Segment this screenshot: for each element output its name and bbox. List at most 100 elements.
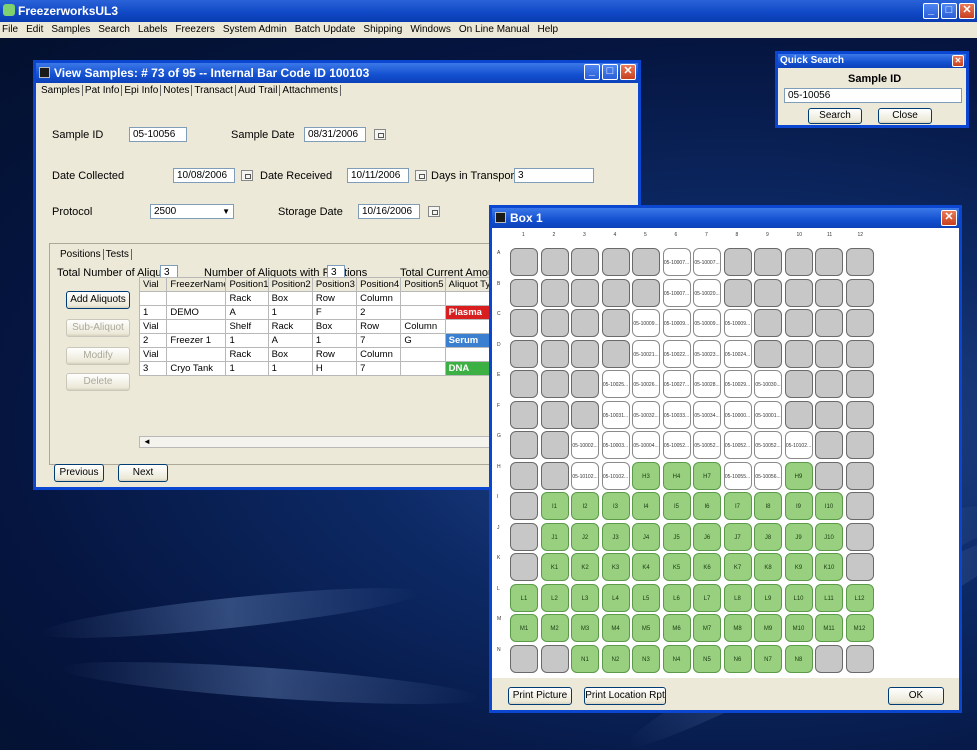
box-position-empty[interactable] [784,370,813,398]
box-position-empty[interactable] [845,644,874,673]
box-position-occupied[interactable]: L11 [815,583,843,612]
box-position-occupied[interactable]: L2 [540,583,569,612]
box-position-empty[interactable] [510,553,538,581]
box-position-occupied[interactable]: J3 [601,522,630,551]
box-position-empty[interactable] [784,309,813,337]
menu-item[interactable]: Shipping [363,22,402,38]
box-position-empty[interactable] [815,248,843,276]
box-position-occupied[interactable]: J8 [754,522,782,551]
menu-item[interactable]: Windows [410,22,451,38]
box-position-occupied[interactable]: 05-10055... [723,461,752,490]
box-position-empty[interactable] [540,431,569,459]
box-position-occupied[interactable]: 05-10007... [662,248,691,276]
box-position-empty[interactable] [815,644,843,673]
minimize-button[interactable]: _ [584,64,600,80]
box-position-empty[interactable] [845,492,874,520]
box-position-occupied[interactable]: N8 [784,644,813,673]
box-position-occupied[interactable]: L10 [784,583,813,612]
box-position-occupied[interactable]: I4 [632,492,660,520]
box-position-empty[interactable] [845,370,874,398]
box-position-occupied[interactable]: J2 [571,522,599,551]
menu-item[interactable]: On Line Manual [459,22,530,38]
box-position-occupied[interactable]: N1 [571,644,599,673]
menu-item[interactable]: Search [98,22,130,38]
box-position-occupied[interactable]: 05-10009... [723,309,752,337]
box-position-empty[interactable] [540,644,569,673]
box-position-empty[interactable] [571,278,599,307]
box-position-occupied[interactable]: K4 [632,553,660,581]
print-location-report-button[interactable]: Print Location Rpt [584,687,666,705]
box-position-occupied[interactable]: I7 [723,492,752,520]
menu-item[interactable]: Help [538,22,559,38]
box-position-empty[interactable] [845,431,874,459]
box-position-occupied[interactable]: 05-10028... [693,370,721,398]
box-position-occupied[interactable]: 05-10021... [632,339,660,368]
box-position-occupied[interactable]: J1 [540,522,569,551]
box-position-occupied[interactable]: K6 [693,553,721,581]
maximize-button[interactable]: □ [941,3,957,19]
date-received-field[interactable]: 10/11/2006 [347,168,409,183]
box-position-occupied[interactable]: 05-10009... [693,309,721,337]
box-position-occupied[interactable]: 05-10031... [601,400,630,429]
box-position-occupied[interactable]: M1 [510,614,538,642]
box-position-occupied[interactable]: K9 [784,553,813,581]
box-position-occupied[interactable]: M10 [784,614,813,642]
column-header[interactable]: Position3 [311,277,358,292]
box-position-occupied[interactable]: 05-10032... [632,400,660,429]
box-position-empty[interactable] [815,278,843,307]
box-position-empty[interactable] [601,248,630,276]
quick-search-input[interactable]: 05-10056 [784,88,962,103]
table-row[interactable]: Rack Box Row Column [138,291,510,306]
close-button[interactable]: ✕ [959,3,975,19]
box-position-empty[interactable] [723,278,752,307]
box-position-empty[interactable] [571,309,599,337]
box-position-empty[interactable] [571,339,599,368]
box-position-empty[interactable] [845,522,874,551]
tab-samples[interactable]: Samples [39,85,83,96]
box-position-occupied[interactable]: J6 [693,522,721,551]
box-position-occupied[interactable]: 05-10026... [632,370,660,398]
box-position-occupied[interactable]: 05-10001... [754,400,782,429]
box-position-occupied[interactable]: N2 [601,644,630,673]
menu-item[interactable]: Batch Update [295,22,356,38]
box-position-occupied[interactable]: N6 [723,644,752,673]
date-collected-field[interactable]: 10/08/2006 [173,168,235,183]
box-position-occupied[interactable]: 05-10007... [662,278,691,307]
box-position-empty[interactable] [845,278,874,307]
scroll-left-icon[interactable]: ◄ [143,437,151,447]
tab-notes[interactable]: Notes [161,85,193,96]
box-position-occupied[interactable]: M6 [662,614,691,642]
tab-tests[interactable]: Tests [104,249,132,260]
box-position-empty[interactable] [754,339,782,368]
days-in-transport-field[interactable]: 3 [514,168,594,183]
box-position-occupied[interactable]: L1 [510,583,538,612]
box-position-occupied[interactable]: L6 [662,583,691,612]
menu-item[interactable]: Samples [51,22,90,38]
tab-transact[interactable]: Transact [192,85,236,96]
box-position-occupied[interactable]: N4 [662,644,691,673]
menu-item[interactable]: Edit [26,22,43,38]
box-position-empty[interactable] [540,248,569,276]
box-position-occupied[interactable]: M7 [693,614,721,642]
box-position-occupied[interactable]: 05-10022... [662,339,691,368]
box-position-occupied[interactable]: K7 [723,553,752,581]
box-position-occupied[interactable]: 05-10052... [662,431,691,459]
close-button[interactable]: ✕ [620,64,636,80]
box-position-empty[interactable] [510,339,538,368]
box-position-empty[interactable] [601,278,630,307]
menu-item[interactable]: Labels [138,22,167,38]
tab-positions[interactable]: Positions [58,249,104,260]
box-position-occupied[interactable]: 05-10003... [601,431,630,459]
box-position-occupied[interactable]: L3 [571,583,599,612]
table-row[interactable]: Vial Rack Box Row Column [138,347,510,362]
box-position-occupied[interactable]: H7 [693,461,721,490]
box-position-empty[interactable] [845,339,874,368]
box-position-empty[interactable] [815,339,843,368]
menu-item[interactable]: System Admin [223,22,287,38]
box-position-occupied[interactable]: 05-10002... [571,431,599,459]
box-position-empty[interactable] [540,309,569,337]
box-position-occupied[interactable]: I2 [571,492,599,520]
box-position-occupied[interactable]: 05-10034... [693,400,721,429]
box-position-occupied[interactable]: 05-10007... [693,248,721,276]
box-position-empty[interactable] [510,370,538,398]
